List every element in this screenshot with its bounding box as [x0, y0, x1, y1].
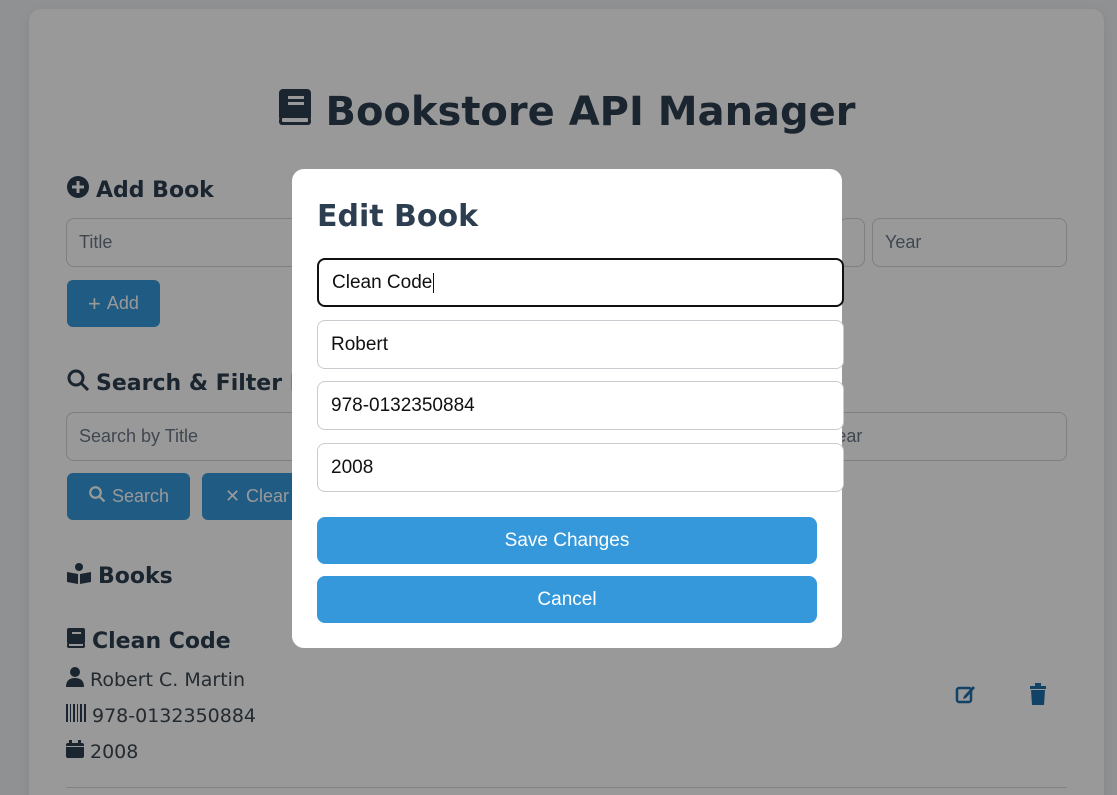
edit-year-input[interactable]: 2008: [317, 443, 844, 492]
text-caret: [433, 272, 435, 293]
cancel-label: Cancel: [537, 588, 597, 610]
edit-year-value: 2008: [331, 456, 374, 478]
save-changes-button[interactable]: Save Changes: [317, 517, 817, 564]
modal-title: Edit Book: [317, 199, 479, 234]
edit-book-modal: Edit Book Clean Code Robert 978-01323508…: [292, 169, 844, 648]
edit-author-value: Robert: [331, 333, 389, 355]
edit-author-input[interactable]: Robert: [317, 320, 844, 369]
edit-title-value: Clean Code: [332, 271, 433, 293]
edit-title-input[interactable]: Clean Code: [317, 258, 844, 307]
edit-isbn-input[interactable]: 978-0132350884: [317, 381, 844, 430]
cancel-button[interactable]: Cancel: [317, 576, 817, 623]
save-changes-label: Save Changes: [504, 529, 630, 551]
edit-isbn-value: 978-0132350884: [331, 394, 475, 416]
